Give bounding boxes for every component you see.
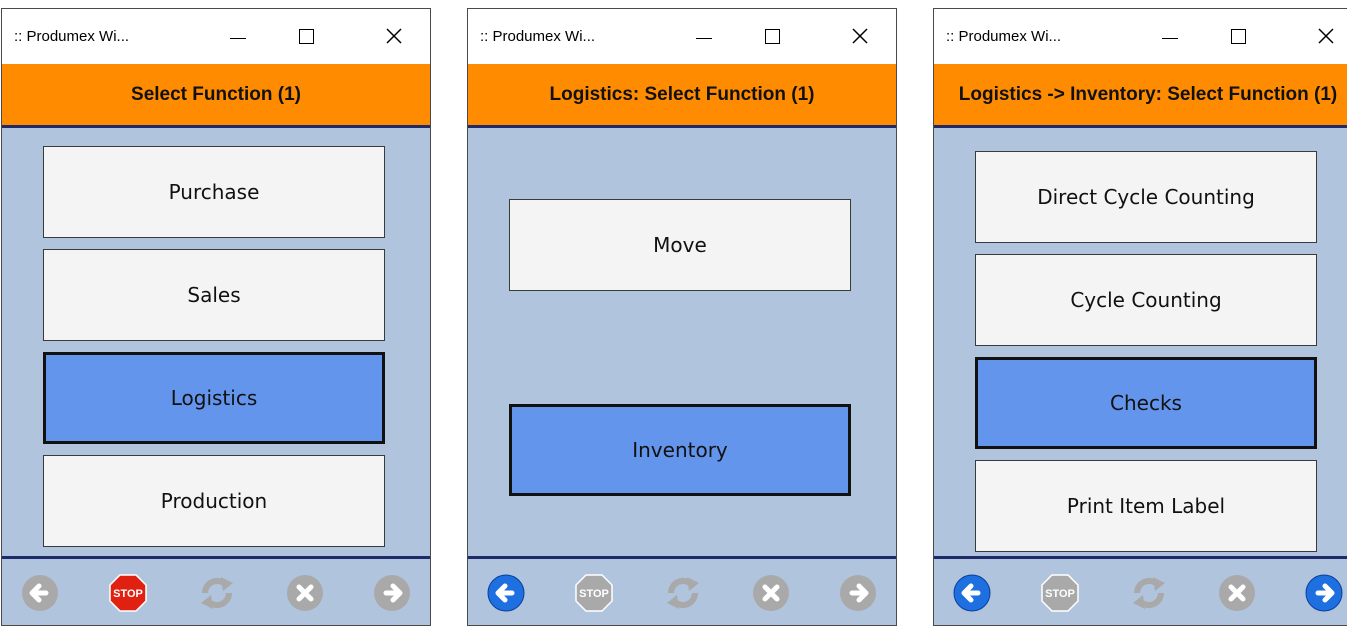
checks-button[interactable]: Checks: [975, 357, 1317, 449]
sales-button[interactable]: Sales: [43, 249, 385, 341]
window-logistics-select-function: :: Produmex Wi... Logistics: Select Func…: [467, 8, 897, 626]
stop-label: STOP: [1045, 588, 1075, 600]
window-inventory-select-function: :: Produmex Wi... Logistics -> Inventory…: [933, 8, 1347, 626]
purchase-button[interactable]: Purchase: [43, 146, 385, 238]
function-list: Direct Cycle Counting Cycle Counting Che…: [934, 131, 1347, 561]
inventory-button[interactable]: Inventory: [509, 404, 851, 496]
function-header: Select Function (1): [2, 64, 430, 128]
maximize-icon[interactable]: [752, 19, 792, 53]
close-icon[interactable]: [840, 19, 880, 53]
stop-label: STOP: [113, 588, 143, 600]
back-arrow-icon[interactable]: [20, 573, 60, 613]
title-bar: :: Produmex Wi...: [468, 9, 896, 64]
cancel-icon[interactable]: [1217, 573, 1257, 613]
stop-sign-icon[interactable]: STOP: [108, 573, 148, 613]
window-title: :: Produmex Wi...: [946, 28, 1062, 45]
move-button[interactable]: Move: [509, 199, 851, 291]
maximize-icon[interactable]: [1218, 19, 1258, 53]
nav-footer: STOP: [2, 556, 430, 625]
back-arrow-icon[interactable]: [952, 573, 992, 613]
window-title: :: Produmex Wi...: [14, 28, 130, 45]
back-arrow-icon[interactable]: [486, 573, 526, 613]
refresh-icon[interactable]: [197, 573, 237, 613]
next-arrow-icon[interactable]: [372, 573, 412, 613]
function-list: Move Inventory: [468, 131, 896, 561]
cancel-icon[interactable]: [751, 573, 791, 613]
stop-label: STOP: [579, 588, 609, 600]
window-title: :: Produmex Wi...: [480, 28, 596, 45]
logistics-button[interactable]: Logistics: [43, 352, 385, 444]
maximize-icon[interactable]: [286, 19, 326, 53]
cancel-icon[interactable]: [285, 573, 325, 613]
cycle-counting-button[interactable]: Cycle Counting: [975, 254, 1317, 346]
direct-cycle-counting-button[interactable]: Direct Cycle Counting: [975, 151, 1317, 243]
refresh-icon[interactable]: [1129, 573, 1169, 613]
close-icon[interactable]: [1306, 19, 1346, 53]
close-icon[interactable]: [374, 19, 414, 53]
minimize-icon[interactable]: [218, 19, 258, 53]
window-select-function: :: Produmex Wi... Select Function (1) Pu…: [1, 8, 431, 626]
stop-sign-icon[interactable]: STOP: [574, 573, 614, 613]
nav-footer: STOP: [934, 556, 1347, 625]
next-arrow-icon[interactable]: [1304, 573, 1344, 613]
minimize-icon[interactable]: [1150, 19, 1190, 53]
stop-sign-icon[interactable]: STOP: [1040, 573, 1080, 613]
production-button[interactable]: Production: [43, 455, 385, 547]
minimize-icon[interactable]: [684, 19, 724, 53]
function-list: Purchase Sales Logistics Production: [2, 131, 430, 561]
title-bar: :: Produmex Wi...: [2, 9, 430, 64]
print-item-label-button[interactable]: Print Item Label: [975, 460, 1317, 552]
function-header: Logistics: Select Function (1): [468, 64, 896, 128]
refresh-icon[interactable]: [663, 573, 703, 613]
nav-footer: STOP: [468, 556, 896, 625]
next-arrow-icon[interactable]: [838, 573, 878, 613]
function-header: Logistics -> Inventory: Select Function …: [934, 64, 1347, 128]
title-bar: :: Produmex Wi...: [934, 9, 1347, 64]
